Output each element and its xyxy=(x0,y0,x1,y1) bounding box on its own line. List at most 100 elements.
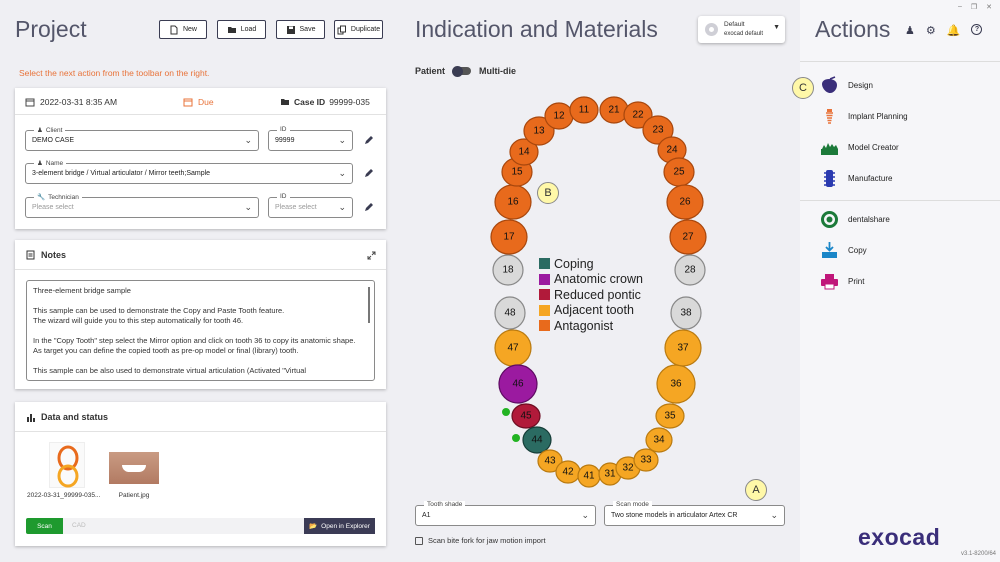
bite-fork-checkbox[interactable] xyxy=(415,536,423,545)
connector-dot[interactable] xyxy=(502,408,510,416)
legend-swatch-coping xyxy=(539,258,550,270)
tooth-18[interactable]: 18 xyxy=(492,254,524,286)
tooth-46[interactable]: 46 xyxy=(498,364,538,404)
legend-item[interactable]: Reduced pontic xyxy=(539,287,643,303)
tooth-37[interactable]: 37 xyxy=(664,329,702,367)
notes-scrollbar[interactable] xyxy=(368,287,370,323)
divider xyxy=(15,431,386,432)
duplicate-button[interactable]: Duplicate xyxy=(334,20,383,39)
tooth-11[interactable]: 11 xyxy=(569,96,599,124)
tooth-number: 48 xyxy=(504,308,516,319)
tooth-27[interactable]: 27 xyxy=(669,219,707,255)
file-thumbnail[interactable]: 2022-03-31_99999-035... xyxy=(27,442,107,499)
bite-fork-option[interactable]: Scan bite fork for jaw motion import xyxy=(415,536,546,545)
tooth-34[interactable]: 34 xyxy=(645,427,673,453)
minimize-icon[interactable]: – xyxy=(958,3,962,11)
action-label: Design xyxy=(848,81,873,90)
file-thumbnail[interactable]: Patient.jpg xyxy=(109,452,159,499)
legend-item[interactable]: Anatomic crown xyxy=(539,272,643,288)
tooth-47[interactable]: 47 xyxy=(494,329,532,367)
tooth-number: 22 xyxy=(632,110,644,121)
technician-id-select[interactable]: ID Please select ⌄ xyxy=(268,193,353,218)
legend-swatch-anatomic-crown xyxy=(539,273,550,285)
name-select[interactable]: ♟ Name 3-element bridge / Virtual articul… xyxy=(25,159,353,184)
client-id-label: ID xyxy=(277,126,290,133)
design-icon xyxy=(820,76,839,95)
tooth-42[interactable]: 42 xyxy=(555,460,581,484)
action-design[interactable]: Design xyxy=(820,76,873,95)
tooth-number: 38 xyxy=(680,308,692,319)
tooth-shade-select[interactable]: Tooth shade A1 ⌄ xyxy=(415,501,596,526)
edit-name-icon[interactable] xyxy=(363,167,375,179)
expand-icon[interactable] xyxy=(367,251,376,260)
tooth-41[interactable]: 41 xyxy=(577,464,601,488)
tooth-38[interactable]: 38 xyxy=(670,296,702,330)
edit-technician-icon[interactable] xyxy=(363,201,375,213)
next-action-hint: Select the next action from the toolbar … xyxy=(19,68,210,78)
legend-item[interactable]: Adjacent tooth xyxy=(539,303,643,319)
action-label: Copy xyxy=(848,246,867,255)
patient-photo-icon xyxy=(109,452,159,484)
close-icon[interactable]: ✕ xyxy=(986,3,992,11)
action-dentalshare[interactable]: dentalshare xyxy=(820,210,890,229)
notes-textarea[interactable]: Three-element bridge sample This sample … xyxy=(26,280,375,381)
action-implant-planning[interactable]: Implant Planning xyxy=(820,107,908,126)
save-button[interactable]: Save xyxy=(276,20,325,39)
tooth-48[interactable]: 48 xyxy=(494,296,526,330)
toggle-switch[interactable] xyxy=(452,65,472,77)
technician-select[interactable]: 🔧 Technician Please select ⌄ xyxy=(25,193,259,218)
header-icons: ♟ ⚙ 🔔 ? xyxy=(905,24,983,37)
edit-client-icon[interactable] xyxy=(363,134,375,146)
bell-icon[interactable]: 🔔 xyxy=(947,24,961,37)
new-button[interactable]: New xyxy=(159,20,207,39)
notes-icon xyxy=(26,250,35,260)
due-date[interactable]: Due xyxy=(183,97,214,107)
tooth-16[interactable]: 16 xyxy=(494,184,532,220)
tooth-number: 42 xyxy=(562,467,574,478)
client-id-select[interactable]: ID 99999 ⌄ xyxy=(268,126,353,151)
tooth-number: 12 xyxy=(553,111,565,122)
restore-icon[interactable]: ❐ xyxy=(971,3,977,11)
tooth-33[interactable]: 33 xyxy=(633,448,659,472)
legend-item[interactable]: Coping xyxy=(539,256,643,272)
action-print[interactable]: Print xyxy=(820,272,864,291)
project-title: Project xyxy=(15,16,87,42)
tooth-number: 31 xyxy=(604,469,616,480)
tooth-45[interactable]: 45 xyxy=(511,403,541,429)
technician-placeholder: Please select xyxy=(32,204,74,211)
connector-dot[interactable] xyxy=(512,434,520,442)
tooth-26[interactable]: 26 xyxy=(666,184,704,220)
gear-icon[interactable]: ⚙ xyxy=(926,24,936,37)
legend-item[interactable]: Antagonist xyxy=(539,318,643,334)
tooth-36[interactable]: 36 xyxy=(656,364,696,404)
open-explorer-button[interactable]: 📂 Open in Explorer xyxy=(304,518,375,534)
tooth-number: 18 xyxy=(502,265,514,276)
tooth-25[interactable]: 25 xyxy=(663,157,695,187)
tooth-35[interactable]: 35 xyxy=(655,403,685,429)
case-id-label: Case ID xyxy=(294,97,326,107)
client-select[interactable]: ♟ Client DEMO CASE ⌄ xyxy=(25,126,259,151)
scan-mode-select[interactable]: Scan mode Two stone models in articulato… xyxy=(604,501,785,526)
tooth-number: 25 xyxy=(673,167,685,178)
action-copy[interactable]: Copy xyxy=(820,241,867,260)
preset-line1: Default xyxy=(724,21,745,28)
load-button[interactable]: Load xyxy=(217,20,266,39)
help-icon[interactable]: ? xyxy=(971,24,983,35)
action-model-creator[interactable]: Model Creator xyxy=(820,138,899,157)
patient-multidie-toggle[interactable]: Patient Multi-die xyxy=(415,65,516,77)
tooth-12[interactable]: 12 xyxy=(544,102,574,130)
step-cad[interactable]: CAD xyxy=(72,522,86,529)
tooth-21[interactable]: 21 xyxy=(599,96,629,124)
actions-title: Actions xyxy=(815,16,891,42)
action-manufacture[interactable]: Manufacture xyxy=(820,169,892,188)
legend-swatch-reduced-pontic xyxy=(539,289,550,301)
tooth-28[interactable]: 28 xyxy=(674,254,706,286)
step-scan[interactable]: Scan xyxy=(26,518,63,534)
file-name: 2022-03-31_99999-035... xyxy=(27,492,101,499)
notes-title: Notes xyxy=(26,250,66,260)
preset-select[interactable]: Default exocad default ▼ xyxy=(698,16,785,43)
person-icon: ♟ xyxy=(37,127,43,134)
tooth-44[interactable]: 44 xyxy=(522,426,552,454)
tooth-17[interactable]: 17 xyxy=(490,219,528,255)
user-icon[interactable]: ♟ xyxy=(905,24,915,37)
